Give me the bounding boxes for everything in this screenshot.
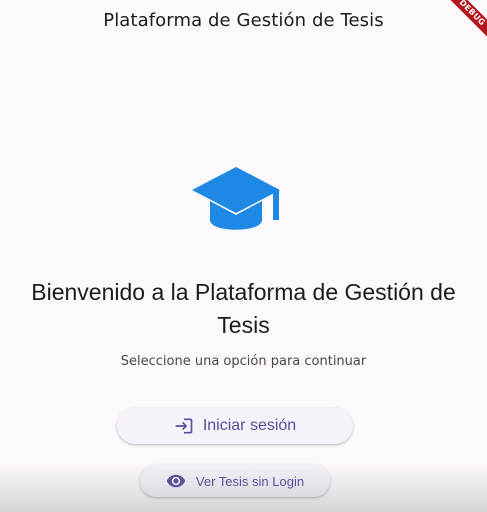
view-theses-button-label: Ver Tesis sin Login [195, 473, 305, 489]
welcome-title-line-2: Tesis [217, 312, 270, 338]
app-bar-title: Plataforma de Gestión de Tesis [103, 9, 384, 31]
login-icon [174, 416, 194, 436]
app-bar: Plataforma de Gestión de Tesis [0, 0, 487, 40]
view-theses-without-login-button[interactable]: Ver Tesis sin Login [140, 465, 330, 497]
school-icon [188, 163, 284, 245]
eye-icon [166, 471, 186, 491]
login-button-label: Iniciar sesión [202, 417, 297, 434]
welcome-title-line-1: Bienvenido a la Plataforma de Gestión de [31, 279, 456, 305]
welcome-title: Bienvenido a la Plataforma de Gestión de… [0, 276, 487, 342]
login-button[interactable]: Iniciar sesión [117, 408, 353, 444]
welcome-subtitle: Seleccione una opción para continuar [120, 354, 367, 369]
